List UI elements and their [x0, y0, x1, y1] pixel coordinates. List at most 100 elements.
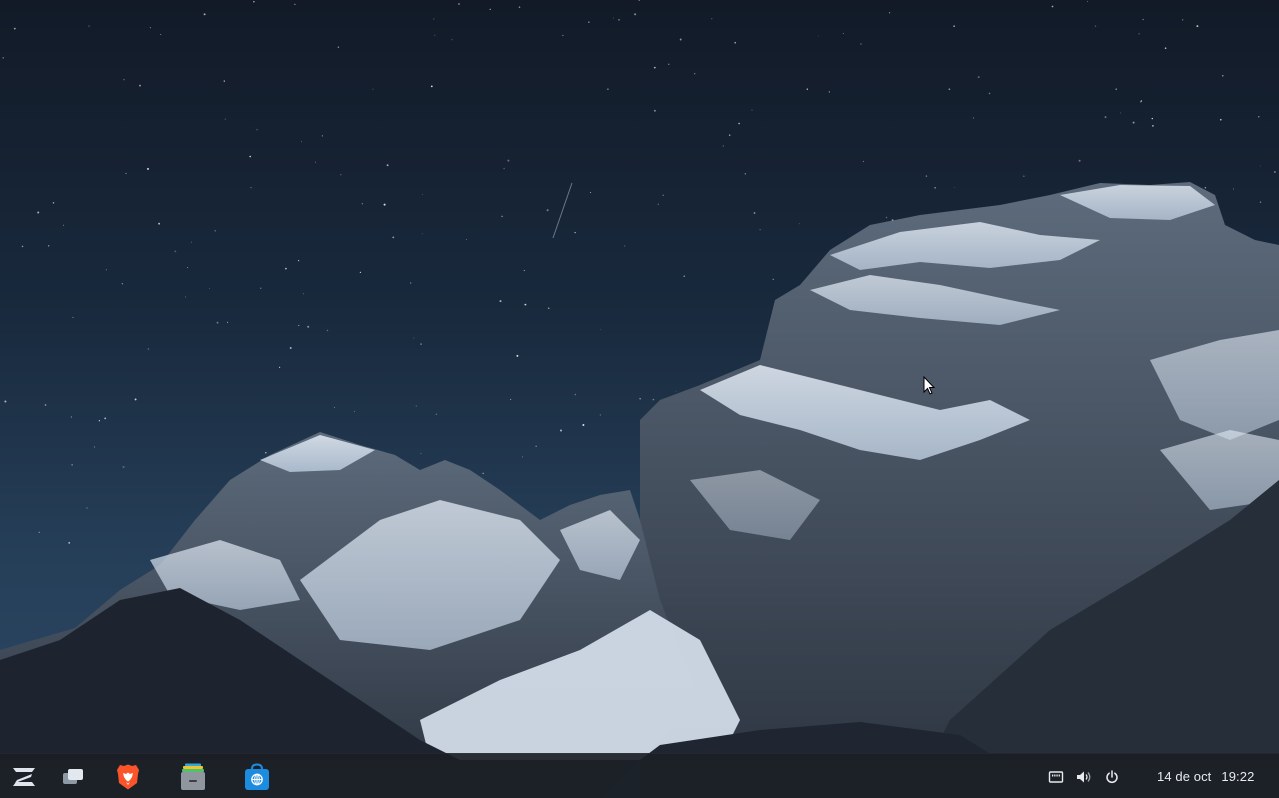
star	[223, 80, 226, 82]
star	[559, 429, 563, 432]
software-store-button[interactable]	[240, 760, 274, 794]
star	[1219, 118, 1222, 121]
power-icon[interactable]	[1103, 768, 1121, 786]
star	[361, 203, 363, 205]
star	[458, 3, 460, 5]
star	[744, 173, 747, 175]
star	[888, 12, 891, 14]
star	[798, 223, 800, 225]
clock-time: 19:22	[1221, 769, 1255, 784]
star	[250, 187, 252, 189]
star	[203, 13, 206, 16]
star	[1204, 186, 1207, 189]
clock[interactable]: 14 de oct 19:22	[1157, 769, 1254, 784]
star	[862, 160, 864, 162]
star	[122, 465, 125, 469]
star	[354, 411, 355, 413]
star	[294, 3, 296, 6]
brave-browser-button[interactable]	[111, 760, 145, 794]
star	[298, 324, 300, 326]
star	[562, 34, 564, 36]
star	[187, 266, 189, 269]
desktop[interactable]: 14 de oct 19:22	[0, 0, 1279, 798]
star	[410, 282, 412, 284]
star	[1196, 25, 1199, 28]
star	[4, 400, 7, 403]
workspaces-button[interactable]	[56, 760, 90, 794]
star	[679, 38, 682, 41]
star	[72, 316, 74, 318]
star	[337, 46, 340, 48]
star	[1260, 165, 1262, 167]
star	[334, 407, 335, 408]
star	[1258, 116, 1260, 118]
star	[279, 366, 281, 368]
star	[600, 329, 602, 330]
star	[139, 84, 141, 87]
star	[1051, 5, 1054, 8]
star	[518, 6, 521, 8]
star	[63, 224, 65, 226]
mouse-cursor-icon	[923, 375, 936, 401]
star	[465, 238, 468, 241]
star	[1132, 121, 1135, 124]
star	[860, 43, 862, 45]
network-wired-icon[interactable]	[1047, 768, 1065, 786]
volume-icon[interactable]	[1075, 768, 1093, 786]
star	[37, 211, 40, 214]
star	[711, 18, 713, 20]
star	[185, 296, 187, 298]
star	[977, 76, 980, 79]
zorin-menu-button[interactable]	[7, 760, 41, 794]
star	[1094, 25, 1097, 27]
star	[123, 78, 125, 81]
star	[71, 464, 73, 466]
files-button[interactable]	[176, 760, 210, 794]
star	[1022, 175, 1025, 178]
workspaces-icon	[61, 767, 85, 787]
star	[256, 129, 258, 131]
star	[653, 66, 656, 69]
star	[607, 88, 609, 90]
star	[1078, 159, 1081, 162]
star	[1222, 75, 1224, 77]
star	[38, 531, 40, 533]
star	[434, 34, 436, 36]
star	[599, 414, 601, 416]
star	[662, 194, 664, 196]
star	[158, 222, 161, 225]
store-bag-icon	[242, 762, 272, 792]
star	[753, 212, 756, 214]
brave-lion-icon	[115, 763, 141, 791]
star	[683, 275, 685, 277]
star	[289, 347, 292, 349]
star	[524, 303, 527, 306]
star	[284, 267, 287, 270]
star	[209, 288, 210, 289]
star	[160, 33, 162, 36]
star	[301, 141, 302, 143]
star	[421, 233, 423, 235]
star	[972, 117, 974, 119]
star	[52, 202, 55, 204]
star	[988, 92, 991, 95]
star	[86, 507, 88, 509]
star	[68, 542, 71, 544]
zorin-logo-icon	[9, 765, 39, 789]
star	[48, 245, 50, 247]
file-cabinet-icon	[178, 762, 208, 792]
star	[489, 8, 491, 10]
star	[224, 118, 226, 120]
star	[590, 192, 592, 194]
star	[1151, 117, 1153, 120]
star	[430, 85, 433, 88]
star	[386, 164, 389, 167]
star	[582, 424, 585, 426]
star	[728, 134, 731, 136]
star	[451, 39, 453, 41]
star	[535, 445, 537, 447]
star	[302, 293, 304, 295]
star	[1233, 188, 1235, 190]
star	[383, 203, 386, 206]
star	[147, 348, 149, 350]
